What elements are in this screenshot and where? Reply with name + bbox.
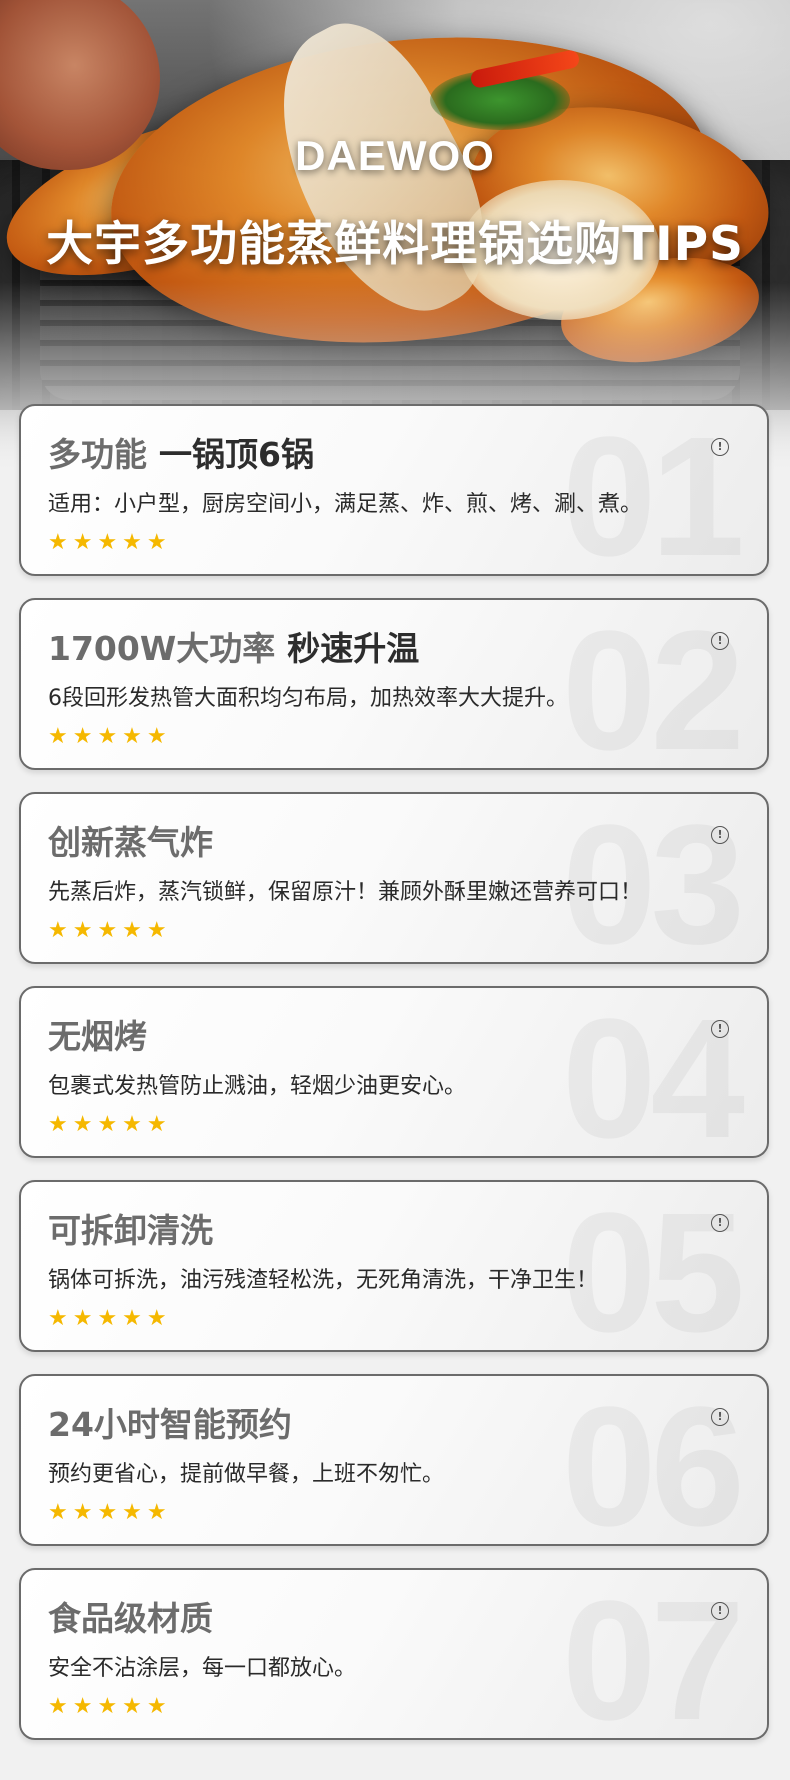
info-circle-icon[interactable]: ! xyxy=(711,826,729,844)
card-description: 锅体可拆洗，油污残渣轻松洗，无死角清洗，干净卫生！ xyxy=(48,1268,599,1293)
tip-card-4: 04 无烟烤 ! 包裹式发热管防止溅油，轻烟少油更安心。 ★★★★★ xyxy=(19,986,769,1158)
hero-banner: DAEWOO 大宇多功能蒸鲜料理锅选购TIPS xyxy=(0,0,790,470)
info-circle-icon[interactable]: ! xyxy=(711,438,729,456)
card-title: 1700W大功率 秒速升温 xyxy=(48,622,419,670)
card-title-main: 可拆卸清洗 xyxy=(48,1211,213,1250)
star-rating: ★★★★★ xyxy=(48,1694,172,1719)
card-description: 安全不沾涂层，每一口都放心。 xyxy=(48,1656,357,1681)
info-circle-icon[interactable]: ! xyxy=(711,1020,729,1038)
star-rating: ★★★★★ xyxy=(48,1306,172,1331)
card-title-main: 创新蒸气炸 xyxy=(48,823,213,862)
card-description: 先蒸后炸，蒸汽锁鲜，保留原汁！兼顾外酥里嫩还营养可口！ xyxy=(48,880,643,905)
daewoo-logo: DAEWOO xyxy=(295,132,495,179)
card-title: 创新蒸气炸 xyxy=(48,816,213,864)
card-title: 可拆卸清洗 xyxy=(48,1204,213,1252)
card-number-watermark: 02 xyxy=(562,606,745,768)
info-circle-icon[interactable]: ! xyxy=(711,1602,729,1620)
star-rating: ★★★★★ xyxy=(48,1112,172,1137)
tip-card-2: 02 1700W大功率秒速升温 ! 6段回形发热管大面积均匀布局，加热效率大大提… xyxy=(19,598,769,770)
card-description: 包裹式发热管防止溅油，轻烟少油更安心。 xyxy=(48,1074,467,1099)
card-title: 食品级材质 xyxy=(48,1592,213,1640)
star-rating: ★★★★★ xyxy=(48,530,172,555)
card-title-highlight: 一锅顶6锅 xyxy=(159,435,314,474)
card-description: 6段回形发热管大面积均匀布局，加热效率大大提升。 xyxy=(48,686,568,711)
card-title-main: 24小时智能预约 xyxy=(48,1405,292,1444)
card-description: 预约更省心，提前做早餐，上班不匆忙。 xyxy=(48,1462,445,1487)
star-rating: ★★★★★ xyxy=(48,1500,172,1525)
card-number-watermark: 07 xyxy=(562,1576,745,1738)
star-rating: ★★★★★ xyxy=(48,918,172,943)
info-circle-icon[interactable]: ! xyxy=(711,1408,729,1426)
tips-card-list: 01 多功能一锅顶6锅 ! 适用：小户型，厨房空间小，满足蒸、炸、煎、烤、涮、煮… xyxy=(19,404,771,1762)
page-title: 大宇多功能蒸鲜料理锅选购TIPS xyxy=(46,217,744,272)
tip-card-7: 07 食品级材质 ! 安全不沾涂层，每一口都放心。 ★★★★★ xyxy=(19,1568,769,1740)
info-circle-icon[interactable]: ! xyxy=(711,632,729,650)
tip-card-6: 06 24小时智能预约 ! 预约更省心，提前做早餐，上班不匆忙。 ★★★★★ xyxy=(19,1374,769,1546)
tip-card-5: 05 可拆卸清洗 ! 锅体可拆洗，油污残渣轻松洗，无死角清洗，干净卫生！ ★★★… xyxy=(19,1180,769,1352)
tip-card-3: 03 创新蒸气炸 ! 先蒸后炸，蒸汽锁鲜，保留原汁！兼顾外酥里嫩还营养可口！ ★… xyxy=(19,792,769,964)
card-title: 无烟烤 xyxy=(48,1010,147,1058)
card-title-main: 1700W大功率 xyxy=(48,629,276,668)
card-title-highlight: 秒速升温 xyxy=(287,629,420,668)
tip-card-1: 01 多功能一锅顶6锅 ! 适用：小户型，厨房空间小，满足蒸、炸、煎、烤、涮、煮… xyxy=(19,404,769,576)
info-circle-icon[interactable]: ! xyxy=(711,1214,729,1232)
star-rating: ★★★★★ xyxy=(48,724,172,749)
card-title-main: 食品级材质 xyxy=(48,1599,213,1638)
card-title: 多功能 一锅顶6锅 xyxy=(48,428,314,476)
card-description: 适用：小户型，厨房空间小，满足蒸、炸、煎、烤、涮、煮。 xyxy=(48,492,643,517)
card-title: 24小时智能预约 xyxy=(48,1398,292,1446)
card-number-watermark: 04 xyxy=(562,994,745,1156)
card-title-main: 无烟烤 xyxy=(48,1017,147,1056)
card-title-main: 多功能 xyxy=(48,435,147,474)
card-number-watermark: 06 xyxy=(562,1382,745,1544)
